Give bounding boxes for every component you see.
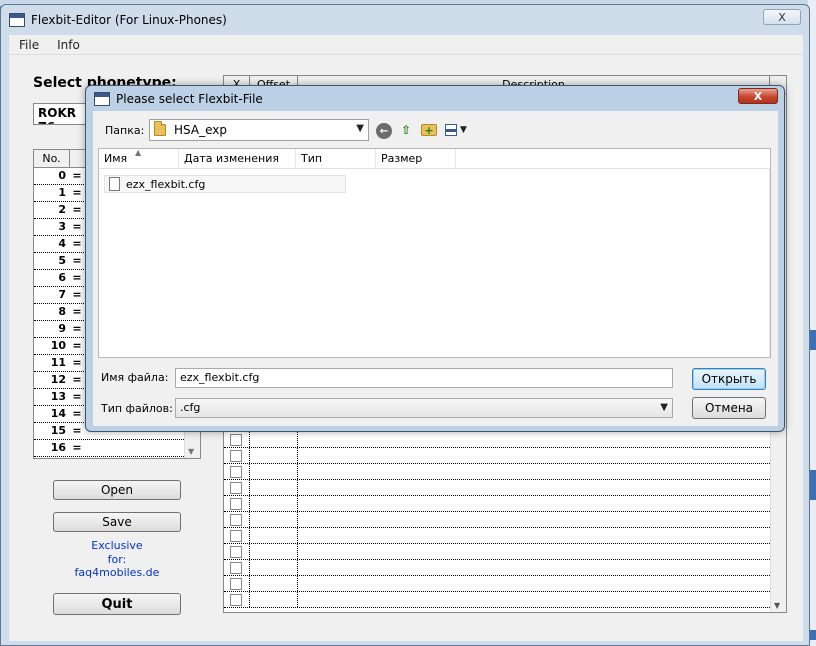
file-item[interactable]: ezx_flexbit.cfg	[104, 175, 346, 193]
open-button[interactable]: Open	[53, 480, 181, 500]
row-checkbox[interactable]	[224, 576, 250, 591]
select-file-dialog: Please select Flexbit-File X Папка: HSA_…	[85, 85, 785, 432]
dialog-title: Please select Flexbit-File	[116, 92, 263, 106]
view-menu-icon[interactable]	[445, 124, 457, 136]
row-checkbox[interactable]	[224, 528, 250, 543]
exclusive-note: Exclusive for: faq4mobiles.de	[53, 539, 181, 580]
file-name: ezx_flexbit.cfg	[126, 177, 206, 191]
main-window-title: Flexbit-Editor (For Linux-Phones)	[31, 13, 227, 27]
view-menu-chevron-down-icon[interactable]: ▼	[460, 125, 467, 135]
back-arrow-icon[interactable]: ←	[376, 123, 392, 139]
main-titlebar: Flexbit-Editor (For Linux-Phones)	[9, 9, 227, 31]
table-row[interactable]	[224, 576, 770, 592]
main-close-button[interactable]: X	[763, 9, 801, 25]
dialog-open-button[interactable]: Открыть	[692, 368, 766, 390]
dialog-window-icon	[94, 92, 110, 106]
save-button[interactable]: Save	[53, 512, 181, 532]
menu-info[interactable]: Info	[47, 38, 88, 52]
table-row[interactable]	[224, 512, 770, 528]
row-checkbox[interactable]	[224, 496, 250, 511]
menu-file[interactable]: File	[9, 38, 47, 52]
file-icon	[109, 177, 120, 191]
chevron-down-icon: ▼	[660, 402, 668, 413]
row-checkbox[interactable]	[224, 432, 250, 447]
filetype-value: .cfg	[180, 401, 201, 414]
dialog-close-button[interactable]: X	[738, 88, 778, 104]
table-row[interactable]	[224, 448, 770, 464]
filename-label: Имя файла:	[101, 371, 169, 384]
table-row[interactable]	[224, 432, 770, 448]
row-checkbox[interactable]	[224, 464, 250, 479]
quit-button[interactable]: Quit	[53, 593, 181, 615]
row-checkbox[interactable]	[224, 480, 250, 495]
table-row[interactable]	[224, 528, 770, 544]
table-row[interactable]	[224, 560, 770, 576]
row-checkbox[interactable]	[224, 592, 250, 607]
file-list[interactable]: ▲ Имя Дата изменения Тип Размер ezx_flexb…	[98, 148, 771, 358]
file-list-divider	[769, 169, 770, 357]
folder-label: Папка:	[105, 124, 145, 137]
file-list-header: ▲ Имя Дата изменения Тип Размер	[99, 148, 770, 169]
new-folder-icon[interactable]: +	[421, 124, 437, 137]
row-checkbox[interactable]	[224, 544, 250, 559]
filename-input[interactable]: ezx_flexbit.cfg	[175, 368, 673, 388]
filetype-combobox[interactable]: .cfg ▼	[175, 398, 673, 418]
folder-name: HSA_exp	[174, 123, 227, 137]
table-row[interactable]	[224, 464, 770, 480]
row-checkbox[interactable]	[224, 560, 250, 575]
folder-combobox[interactable]: HSA_exp ▼	[149, 119, 369, 141]
dialog-cancel-button[interactable]: Отмена	[692, 397, 766, 419]
table-row[interactable]	[224, 592, 770, 608]
row-checkbox[interactable]	[224, 512, 250, 527]
table-row[interactable]	[224, 544, 770, 560]
folder-up-icon[interactable]: ⇧	[398, 122, 414, 138]
menu-bar: File Info	[9, 35, 803, 55]
column-header-date-modified[interactable]: Дата изменения	[179, 149, 296, 168]
faq4mobiles-link[interactable]: faq4mobiles.de	[53, 566, 181, 580]
table-row[interactable]	[224, 480, 770, 496]
app-window-icon	[9, 13, 25, 27]
column-header-size[interactable]: Размер	[376, 149, 456, 168]
table-row[interactable]	[224, 496, 770, 512]
dialog-body: Папка: HSA_exp ▼ ← ⇧ + ▼ ▲ Имя Дата измен…	[93, 111, 778, 426]
filetype-label: Тип файлов:	[101, 402, 173, 415]
column-header-no[interactable]: No.	[34, 150, 70, 167]
scroll-down-arrow-icon[interactable]: ▼	[774, 601, 780, 610]
row-checkbox[interactable]	[224, 448, 250, 463]
chevron-down-icon: ▼	[356, 123, 364, 134]
folder-icon	[154, 121, 166, 136]
column-header-type[interactable]: Тип	[296, 149, 376, 168]
scroll-down-arrow-icon[interactable]: ▼	[188, 447, 194, 456]
list-row[interactable]: 16 =	[34, 440, 200, 457]
phonetype-combobox[interactable]: ROKR Z6	[33, 103, 93, 125]
sort-up-icon: ▲	[135, 148, 142, 157]
column-header-name[interactable]: ▲ Имя	[99, 148, 179, 168]
dialog-titlebar: Please select Flexbit-File	[94, 90, 263, 108]
